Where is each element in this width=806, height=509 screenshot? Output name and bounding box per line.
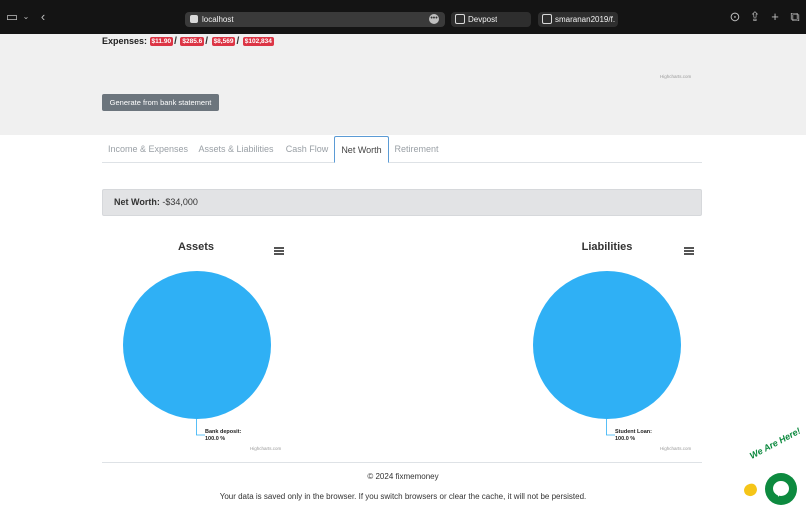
liabilities-pie-chart: [533, 271, 681, 419]
site-favicon-icon: [190, 15, 198, 23]
pie-slice[interactable]: [533, 271, 681, 419]
address-bar[interactable]: localhost •••: [185, 12, 445, 27]
chart-menu-icon[interactable]: [684, 247, 694, 255]
more-options-icon[interactable]: •••: [429, 14, 439, 24]
share-icon[interactable]: ⇪: [747, 9, 763, 25]
tab-net-worth[interactable]: Net Worth: [334, 136, 389, 163]
generate-from-bank-statement-button[interactable]: Generate from bank statement: [102, 94, 219, 111]
highcharts-credit[interactable]: Highcharts.com: [660, 74, 691, 79]
chart-menu-icon[interactable]: [274, 247, 284, 255]
expenses-summary: Expenses: $11.90/ $285.6/ $8,569/ $102,8…: [102, 36, 274, 47]
liabilities-slice-label: Student Loan: 100.0 %: [615, 429, 652, 443]
highcharts-credit[interactable]: Highcharts.com: [250, 446, 281, 451]
slice-name: Bank deposit:: [205, 429, 242, 435]
footer-divider: [102, 462, 702, 463]
back-icon[interactable]: ‹: [35, 9, 51, 25]
assets-chart-title: Assets: [177, 241, 215, 253]
github-favicon-icon: [542, 14, 552, 24]
assets-pie-chart: [123, 271, 271, 419]
chat-bubble-tail: [775, 492, 779, 497]
address-text[interactable]: localhost: [202, 13, 234, 26]
footer-copyright: © 2024 fixmemoney: [367, 472, 439, 481]
slice-name: Student Loan:: [615, 429, 652, 435]
highcharts-credit[interactable]: Highcharts.com: [660, 446, 691, 451]
chat-launcher-button[interactable]: [765, 473, 797, 505]
net-worth-value: -$34,000: [162, 197, 198, 207]
browser-tab-devpost[interactable]: Devpost: [451, 12, 531, 27]
footer-notice: Your data is saved only in the browser. …: [219, 492, 587, 501]
tab-assets-liabilities[interactable]: Assets & Liabilities: [194, 136, 278, 163]
tab-cash-flow[interactable]: Cash Flow: [279, 136, 335, 163]
net-worth-banner: Net Worth: -$34,000: [102, 189, 702, 216]
chat-tagline[interactable]: We Are Here!: [748, 426, 802, 461]
browser-tab-label: smaranan2019/f...: [555, 15, 615, 24]
tab-overview-icon[interactable]: ⧉: [787, 9, 803, 25]
new-tab-icon[interactable]: +: [767, 9, 783, 25]
liabilities-chart-title: Liabilities: [581, 241, 633, 253]
browser-toolbar: ▭ ⌄ ‹ localhost ••• Devpost smaranan2019…: [0, 0, 806, 34]
download-icon[interactable]: ⊙: [727, 9, 743, 25]
tab-income-expenses[interactable]: Income & Expenses: [102, 136, 194, 163]
expense-badge: $285.6: [180, 37, 205, 46]
browser-tab-github[interactable]: smaranan2019/f...: [538, 12, 618, 27]
net-worth-label: Net Worth:: [114, 197, 160, 207]
assets-slice-label: Bank deposit: 100.0 %: [205, 429, 241, 443]
expense-badge: $11.90: [149, 37, 174, 46]
slice-percent: 100.0 %: [615, 436, 636, 442]
expense-badge: $102,834: [242, 37, 274, 46]
browser-tab-label: Devpost: [468, 15, 498, 24]
summary-section: Expenses: $11.90/ $285.6/ $8,569/ $102,8…: [0, 34, 806, 135]
expenses-label: Expenses:: [102, 36, 148, 46]
slice-percent: 100.0 %: [205, 436, 226, 442]
pie-slice[interactable]: [123, 271, 271, 419]
devpost-favicon-icon: [455, 14, 465, 24]
chevron-down-icon[interactable]: ⌄: [18, 9, 34, 25]
section-tabs: Income & Expenses Assets & Liabilities C…: [102, 136, 702, 163]
expense-badge: $8,569: [211, 37, 236, 46]
tab-retirement[interactable]: Retirement: [389, 136, 444, 163]
